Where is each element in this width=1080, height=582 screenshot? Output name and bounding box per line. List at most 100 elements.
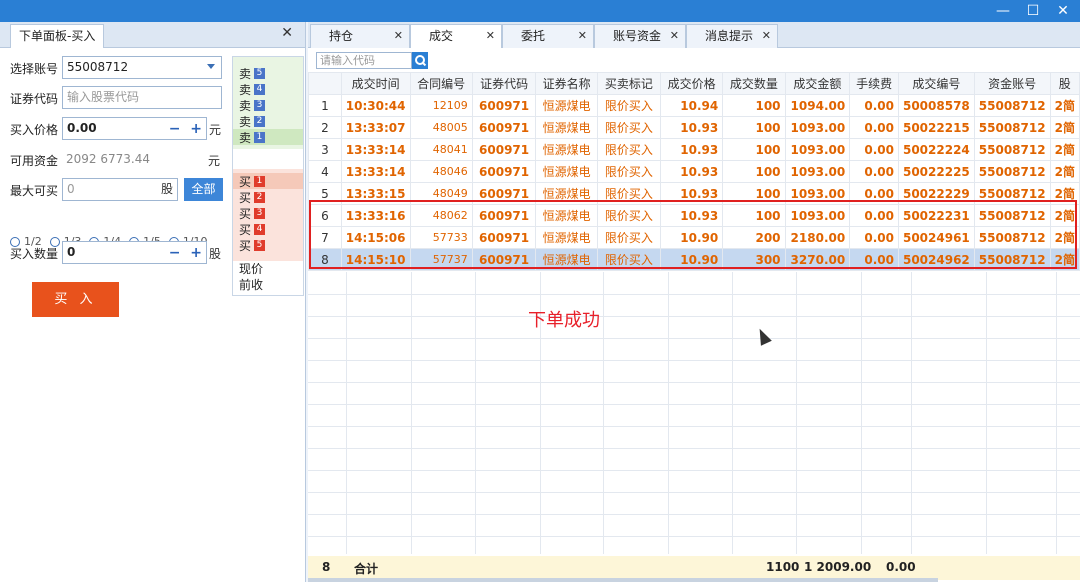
column-header[interactable]: 成交金额 (784, 72, 851, 95)
column-header[interactable]: 手续费 (849, 72, 899, 95)
level-badge: 2 (254, 115, 266, 127)
tab-label: 成交 (429, 29, 454, 43)
order-book: 卖5 卖4 卖3 卖2 卖1 买1 买2 买3 买4 买5 现价 前收 (232, 56, 304, 296)
qty-input[interactable]: 0 − + (62, 241, 207, 264)
maximize-icon[interactable]: ☐ (1026, 2, 1040, 20)
buy-label: 买 (239, 206, 252, 221)
panel-close-icon[interactable]: ✕ (281, 25, 293, 41)
table-cell: 1 (308, 94, 342, 117)
close-icon[interactable]: ✕ (1056, 2, 1070, 20)
funds-label: 可用资金 (10, 154, 59, 168)
minus-icon[interactable]: − (169, 245, 181, 261)
tab-orders[interactable]: 委托 ✕ (502, 24, 594, 48)
account-label: 选择账号 (10, 62, 59, 76)
buy-label: 买 (239, 174, 252, 189)
price-input[interactable]: 0.00 − + (62, 117, 207, 140)
tab-trades[interactable]: 成交 ✕ (410, 24, 502, 48)
level-badge: 3 (254, 207, 266, 219)
grid-line (308, 514, 1080, 515)
table-cell: 55008712 (973, 160, 1051, 183)
column-header[interactable]: 成交编号 (897, 72, 975, 95)
table-cell: 55008712 (973, 116, 1051, 139)
buy-level[interactable]: 买1 (233, 173, 303, 189)
sell-level[interactable]: 卖1 (233, 129, 303, 145)
column-header[interactable]: 成交时间 (340, 72, 411, 95)
tab-close-icon[interactable]: ✕ (670, 25, 679, 47)
table-row[interactable]: 1 10:30:44 12109 600971 恒源煤电 限价买入 10.94 100 1094… (308, 94, 1080, 117)
level-badge: 1 (254, 175, 266, 187)
sell-level[interactable]: 卖4 (233, 81, 303, 97)
max-row: 最大可买 0 股 全部 (10, 178, 225, 202)
table-cell: 48046 (409, 160, 473, 183)
code-row: 证券代码 输入股票代码 (10, 86, 225, 110)
table-row[interactable]: 3 13:33:14 48041 600971 恒源煤电 限价买入 10.93 100 1093… (308, 138, 1080, 161)
qty-stepper[interactable]: − + (169, 243, 202, 264)
plus-icon[interactable]: + (190, 121, 202, 137)
tab-buy-panel[interactable]: 下单面板-买入 (10, 24, 105, 48)
grid-line (308, 294, 1080, 295)
horizontal-scrollbar[interactable] (308, 578, 938, 582)
minimize-icon[interactable]: — (996, 2, 1010, 20)
plus-icon[interactable]: + (190, 245, 202, 261)
table-cell: 10:30:44 (340, 94, 411, 117)
table-cell: 50022225 (897, 160, 975, 183)
column-header[interactable]: 成交数量 (722, 72, 786, 95)
grid-line (411, 272, 412, 554)
table-cell: 限价买入 (596, 116, 661, 139)
code-input[interactable]: 输入股票代码 (62, 86, 222, 109)
table-row[interactable]: 4 13:33:14 48046 600971 恒源煤电 限价买入 10.93 100 1093… (308, 160, 1080, 183)
qty-row: 买入数量 0 − + 股 (10, 241, 225, 265)
column-header[interactable]: 买卖标记 (596, 72, 661, 95)
grid-line (603, 272, 604, 554)
sell-level[interactable]: 卖3 (233, 97, 303, 113)
level-badge: 3 (254, 99, 266, 111)
price-stepper[interactable]: − + (169, 119, 202, 140)
column-header[interactable]: 合同编号 (409, 72, 473, 95)
table-cell: 2简 (1049, 94, 1080, 117)
table-cell: 2简 (1049, 160, 1080, 183)
table-cell: 600971 (471, 160, 537, 183)
table-cell: 600971 (471, 138, 537, 161)
buy-level[interactable]: 买3 (233, 205, 303, 221)
column-header[interactable]: 成交价格 (659, 72, 724, 95)
order-panel: 下单面板-买入 ✕ 选择账号 55008712 证券代码 输入股票代码 买入价格… (0, 22, 306, 582)
table-cell: 13:33:07 (340, 116, 411, 139)
buy-label: 买 (239, 238, 252, 253)
sell-level[interactable]: 卖2 (233, 113, 303, 129)
tab-positions[interactable]: 持仓 ✕ (310, 24, 410, 48)
column-header[interactable]: 资金账号 (973, 72, 1051, 95)
buy-level[interactable]: 买4 (233, 221, 303, 237)
column-header[interactable] (308, 72, 342, 95)
column-header[interactable]: 证券名称 (535, 72, 598, 95)
tab-close-icon[interactable]: ✕ (394, 25, 403, 47)
level-badge: 2 (254, 191, 266, 203)
tab-account-funds[interactable]: 账号资金 ✕ (594, 24, 686, 48)
tab-messages[interactable]: 消息提示 ✕ (686, 24, 778, 48)
buy-level[interactable]: 买2 (233, 189, 303, 205)
title-bar: — ☐ ✕ (0, 0, 1080, 22)
code-search-input[interactable]: 请输入代码 (316, 52, 412, 69)
grid-line (308, 338, 1080, 339)
totals-label: 合计 (354, 562, 379, 576)
table-cell: 55008712 (973, 138, 1051, 161)
buy-levels: 买1 买2 买3 买4 买5 (233, 169, 303, 261)
tab-close-icon[interactable]: ✕ (486, 25, 495, 47)
buy-level[interactable]: 买5 (233, 237, 303, 253)
column-header[interactable]: 股 (1049, 72, 1080, 95)
column-header[interactable]: 证券代码 (471, 72, 537, 95)
account-select[interactable]: 55008712 (62, 56, 222, 79)
table-cell: 50022215 (897, 116, 975, 139)
price-label: 买入价格 (10, 123, 59, 137)
tab-close-icon[interactable]: ✕ (762, 25, 771, 47)
tab-close-icon[interactable]: ✕ (578, 25, 587, 47)
minus-icon[interactable]: − (169, 121, 181, 137)
buy-button[interactable]: 买 入 (32, 282, 119, 317)
all-button[interactable]: 全部 (184, 178, 223, 201)
sell-level[interactable]: 卖5 (233, 65, 303, 81)
search-icon[interactable] (412, 52, 428, 69)
table-cell: 0.00 (849, 160, 899, 183)
table-row[interactable]: 2 13:33:07 48005 600971 恒源煤电 限价买入 10.93 100 1093… (308, 116, 1080, 139)
totals-qty: 1100 (766, 560, 800, 574)
grid-line (861, 272, 862, 554)
table-header: 成交时间 合同编号 证券代码 证券名称 买卖标记 成交价格 成交数量 成交金额 手续费 成交编号资… (308, 72, 1080, 95)
